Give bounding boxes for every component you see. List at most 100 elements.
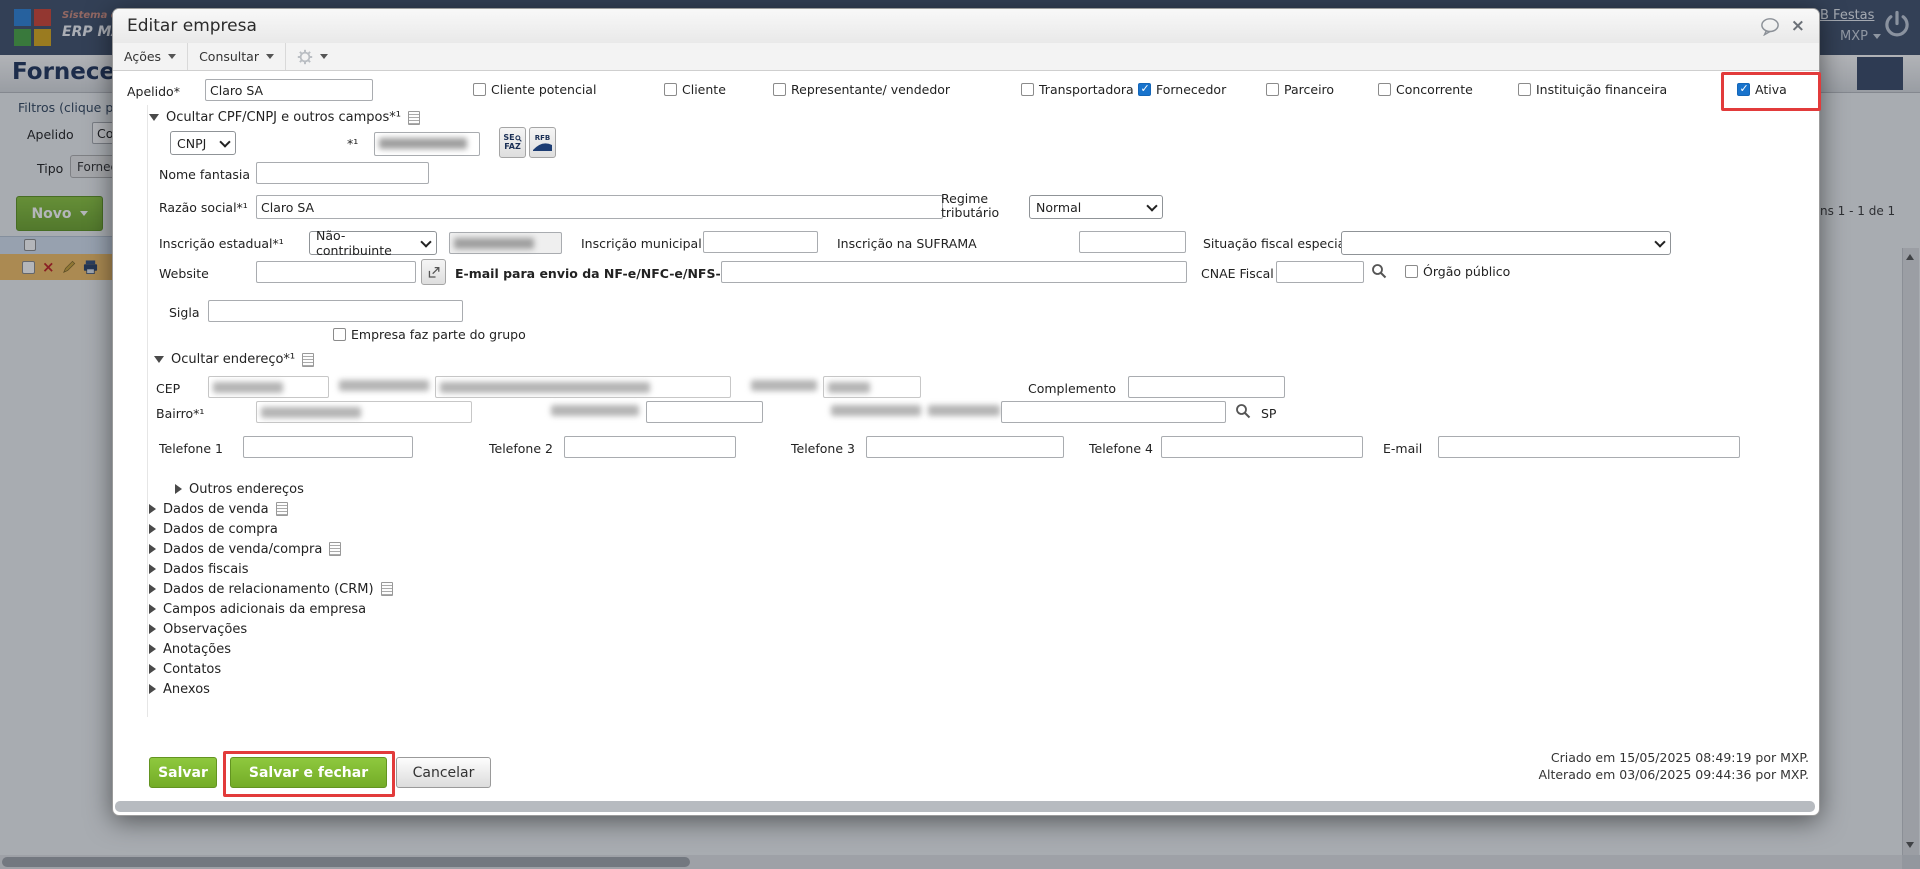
collapse-triangle-icon <box>154 356 164 363</box>
telefone2-input[interactable] <box>564 436 736 458</box>
modal-horizontal-scrollbar[interactable] <box>115 801 1815 812</box>
bairro-input-blurred[interactable] <box>256 401 472 423</box>
section-label: Dados de compra <box>163 521 278 537</box>
regime-tributario-select[interactable]: Normal <box>1029 195 1163 219</box>
suframa-input[interactable] <box>1079 231 1186 253</box>
chevron-down-icon <box>1654 235 1666 248</box>
municipio-input[interactable] <box>1001 401 1226 423</box>
cnpj-required-mark: *¹ <box>347 136 359 151</box>
section-dados-de-compra[interactable]: Dados de compra <box>149 519 393 539</box>
section-dados-de-venda[interactable]: Dados de venda <box>149 499 393 519</box>
situacao-fiscal-select[interactable] <box>1341 231 1671 255</box>
modal-title: Editar empresa <box>127 16 257 36</box>
section-dados-de-venda-compra[interactable]: Dados de venda/compra <box>149 539 393 559</box>
doc-type-select[interactable]: CNPJ <box>170 131 236 155</box>
inscricao-municipal-input[interactable] <box>703 231 818 253</box>
checkbox-cliente-potencial[interactable]: Cliente potencial <box>473 81 596 97</box>
telefone1-input[interactable] <box>243 436 413 458</box>
section-dados-fiscais[interactable]: Dados fiscais <box>149 559 393 579</box>
checkbox-label: Empresa faz parte do grupo <box>351 326 526 342</box>
section-dados-relacionamento-crm[interactable]: Dados de relacionamento (CRM) <box>149 579 393 599</box>
checkbox-label: Fornecedor <box>1156 81 1227 97</box>
sefaz-label-2: FAZ <box>504 142 521 151</box>
close-icon[interactable]: × <box>1791 16 1805 36</box>
complemento-input[interactable] <box>1128 376 1285 398</box>
checkbox-fornecedor[interactable]: Fornecedor <box>1138 81 1226 97</box>
salvar-e-fechar-button[interactable]: Salvar e fechar <box>230 757 387 788</box>
nome-fantasia-input[interactable] <box>256 162 429 184</box>
acoes-menu-button[interactable]: Ações <box>113 43 189 70</box>
cancelar-label: Cancelar <box>412 764 475 781</box>
expand-triangle-icon <box>149 624 156 634</box>
sefaz-lookup-button[interactable]: SE FAZ <box>499 127 526 158</box>
open-website-button[interactable] <box>421 259 446 285</box>
cnae-search-icon[interactable] <box>1371 263 1387 279</box>
checkbox-instituicao-financeira[interactable]: Instituição financeira <box>1518 81 1667 97</box>
municipio-search-icon[interactable] <box>1235 403 1251 419</box>
email-label: E-mail <box>1383 441 1423 456</box>
checkbox-parceiro[interactable]: Parceiro <box>1266 81 1334 97</box>
telefone3-label: Telefone 3 <box>791 441 855 456</box>
chevron-down-icon <box>420 235 432 248</box>
caixa-postal-input[interactable] <box>646 401 763 423</box>
checkbox-transportadora[interactable]: Transportadora <box>1021 81 1134 97</box>
email-input[interactable] <box>1438 436 1740 458</box>
cep-input-blurred[interactable] <box>208 376 329 398</box>
cep-label: CEP <box>156 381 181 396</box>
section-header-endereco[interactable]: Ocultar endereço*¹ <box>154 352 315 367</box>
website-input[interactable] <box>256 261 416 283</box>
checkbox-representante-vendedor[interactable]: Representante/ vendedor <box>773 81 950 97</box>
endereco-input-blurred[interactable] <box>435 376 731 398</box>
rfb-lookup-button[interactable]: RFB <box>529 127 556 158</box>
section-anotacoes[interactable]: Anotações <box>149 639 393 659</box>
modal-toolbar: Ações Consultar <box>113 43 1819 71</box>
salvar-e-fechar-label: Salvar e fechar <box>248 764 369 781</box>
comment-bubble-icon[interactable] <box>1759 17 1781 36</box>
section-label: Observações <box>163 621 248 637</box>
salvar-label: Salvar <box>158 764 208 781</box>
sigla-input[interactable] <box>208 300 463 322</box>
expand-triangle-icon <box>149 664 156 674</box>
telefone4-input[interactable] <box>1161 436 1363 458</box>
razao-social-input[interactable] <box>256 195 943 219</box>
uf-value: SP <box>1261 406 1277 421</box>
note-icon <box>329 542 342 556</box>
checkbox-cliente[interactable]: Cliente <box>664 81 726 97</box>
modal-titlebar: Editar empresa × <box>113 9 1819 44</box>
regime-tributario-label: Regime tributário <box>941 191 1000 220</box>
checkbox-empresa-grupo[interactable]: Empresa faz parte do grupo <box>333 326 526 342</box>
apelido-input[interactable] <box>205 79 373 101</box>
section-label: Campos adicionais da empresa <box>163 601 367 617</box>
caixa-postal-label-blurred <box>551 405 639 416</box>
created-timestamp: Criado em 15/05/2025 08:49:19 por MXP. <box>1550 750 1809 765</box>
expand-triangle-icon <box>149 504 156 514</box>
checkbox-box <box>1378 82 1391 96</box>
inscricao-estadual-label: Inscrição estadual*¹ <box>159 236 284 251</box>
section-campos-adicionais[interactable]: Campos adicionais da empresa <box>149 599 393 619</box>
cnpj-input-blurred[interactable] <box>374 132 480 156</box>
section-outros-enderecos[interactable]: Outros endereços <box>149 479 393 499</box>
checkbox-ativa[interactable]: Ativa <box>1737 81 1787 97</box>
section-header-cpf-cnpj[interactable]: Ocultar CPF/CNPJ e outros campos*¹ <box>149 110 420 125</box>
bairro-label: Bairro*¹ <box>156 406 205 421</box>
section-header-label: Ocultar CPF/CNPJ e outros campos*¹ <box>166 110 401 125</box>
section-observacoes[interactable]: Observações <box>149 619 393 639</box>
inscricao-estadual-select[interactable]: Não-contribuinte <box>309 228 437 258</box>
section-contatos[interactable]: Contatos <box>149 659 393 679</box>
checkbox-orgao-publico[interactable]: Órgão público <box>1405 263 1510 279</box>
numero-input-blurred[interactable] <box>823 376 921 398</box>
cancelar-button[interactable]: Cancelar <box>396 757 491 788</box>
settings-menu-button[interactable] <box>286 43 339 70</box>
telefone3-input[interactable] <box>866 436 1064 458</box>
salvar-button[interactable]: Salvar <box>149 757 217 788</box>
consultar-menu-button[interactable]: Consultar <box>188 43 286 70</box>
checkbox-box <box>473 82 486 96</box>
expand-triangle-icon <box>149 524 156 534</box>
section-anexos[interactable]: Anexos <box>149 679 393 699</box>
cnae-input[interactable] <box>1276 261 1364 283</box>
cnae-label: CNAE Fiscal <box>1201 266 1274 281</box>
apelido-label: Apelido* <box>127 84 180 99</box>
email-nfe-input[interactable] <box>721 261 1187 283</box>
checkbox-concorrente[interactable]: Concorrente <box>1378 81 1473 97</box>
note-icon <box>380 582 393 596</box>
